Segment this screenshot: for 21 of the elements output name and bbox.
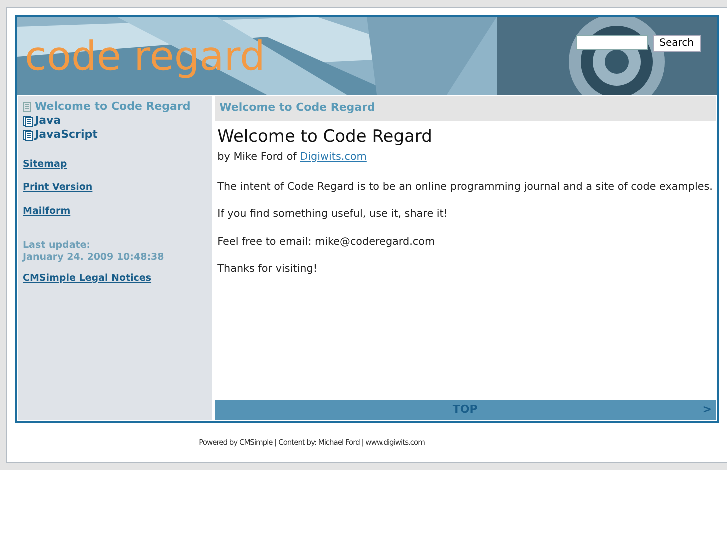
sidebar-link[interactable]: Sitemap: [23, 158, 207, 172]
byline-link[interactable]: Digiwits.com: [300, 150, 367, 163]
legal-notices-link[interactable]: CMSimple Legal Notices: [23, 272, 207, 286]
sidebar-link[interactable]: Mailform: [23, 204, 207, 219]
document-icon: [23, 102, 33, 112]
byline-text: by Mike Ford of Digiwits.com: [218, 150, 368, 165]
search-field[interactable]: [576, 35, 648, 50]
document-icon: [23, 130, 33, 140]
last-update-label: Last update:: [23, 240, 92, 252]
paragraph-text: If you find something useful, use it, share it!: [218, 207, 450, 222]
paragraph-text: Feel free to email: mike@coderegard.com: [218, 234, 436, 250]
last-update-date: January 24. 2009 10:48:38: [23, 252, 166, 264]
search-button[interactable]: Search: [652, 35, 701, 52]
page-heading: Welcome to Code Regard: [218, 126, 434, 147]
paragraph-text: Thanks for visiting!: [218, 262, 318, 278]
paragraph-text: The intent of Code Regard is to be an online programming journal and a site of code examples.: [218, 180, 713, 194]
breadcrumb-bar: Welcome to Code Regard: [214, 96, 716, 120]
menu-item[interactable]: JavaScript: [35, 128, 98, 142]
menu-item[interactable]: Java: [35, 114, 62, 128]
sidebar-link[interactable]: Print Version: [23, 181, 207, 196]
document-icon: [23, 116, 33, 126]
